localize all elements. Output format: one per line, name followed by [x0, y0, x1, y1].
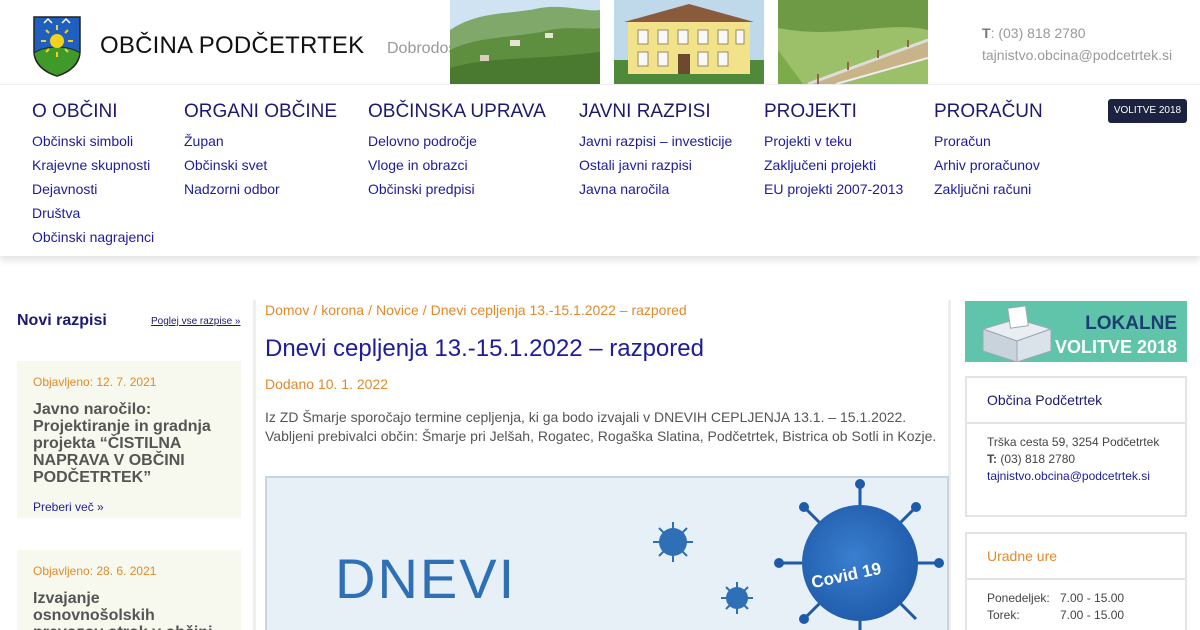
hours-time: 7.00 - 15.00 — [1060, 591, 1125, 605]
hours-day: Torek: — [987, 608, 1020, 622]
read-more-link[interactable]: Preberi več » — [33, 500, 225, 514]
nav-item[interactable]: Župan — [184, 129, 337, 153]
nav-item[interactable]: EU projekti 2007-2013 — [764, 177, 903, 201]
contact-email-link[interactable]: tajnistvo.obcina@podcetrtek.si — [987, 469, 1150, 483]
lokalne-volitve-banner[interactable]: LOKALNE VOLITVE 2018 — [965, 301, 1187, 362]
header-contact: T: (03) 818 2780 tajnistvo.obcina@podcet… — [982, 22, 1172, 66]
article-title: Dnevi cepljenja 13.-15.1.2022 – razpored — [265, 335, 704, 362]
nav-heading-projekti[interactable]: PROJEKTI — [764, 101, 903, 123]
nav-heading-o-obcini[interactable]: O OBČINI — [32, 101, 154, 123]
column-divider — [253, 300, 256, 630]
new-tenders-title: Novi razpisi — [17, 312, 107, 329]
site-header: OBČINA PODČETRTEK Dobrodošli — [0, 0, 1200, 84]
municipality-crest-icon[interactable] — [32, 15, 82, 77]
tender-card: Objavljeno: 12. 7. 2021 Javno naročilo: … — [17, 361, 241, 518]
main-navigation: O OBČINI Občinski simboli Krajevne skupn… — [0, 84, 1200, 256]
contact-box: Občina Podčetrtek Trška cesta 59, 3254 P… — [965, 376, 1187, 517]
breadcrumb-novice[interactable]: Novice — [376, 302, 419, 318]
tender-date: Objavljeno: 12. 7. 2021 — [33, 375, 157, 389]
header-photo-bridge — [778, 0, 928, 84]
hours-row: Ponedeljek: 7.00 - 15.00 — [987, 590, 1185, 607]
tender-title[interactable]: Javno naročilo: Projektiranje in gradnja… — [33, 401, 225, 486]
contact-phone: T: (03) 818 2780 — [987, 452, 1076, 466]
article: Domov / korona / Novice / Dnevi cepljenja 13.-… — [265, 300, 949, 630]
nav-item[interactable]: Občinski simboli — [32, 129, 154, 153]
nav-item[interactable]: Društva — [32, 201, 154, 225]
contact-address: Trška cesta 59, 3254 Podčetrtek — [987, 435, 1160, 449]
nav-column-o-obcini: O OBČINI Občinski simboli Krajevne skupn… — [32, 85, 154, 249]
breadcrumb-korona[interactable]: korona — [321, 302, 364, 318]
nav-item[interactable]: Zaključeni projekti — [764, 153, 903, 177]
nav-item[interactable]: Nadzorni odbor — [184, 177, 337, 201]
volitve-2018-button[interactable]: VOLITVE 2018 — [1108, 99, 1187, 123]
header-email[interactable]: tajnistvo.obcina@podcetrtek.si — [982, 44, 1172, 66]
nav-item[interactable]: Delovno področje — [368, 129, 546, 153]
contact-box-title: Občina Podčetrtek — [967, 378, 1185, 424]
article-hero-image: DNEVI Covid 19 — [265, 476, 949, 630]
breadcrumb: Domov / korona / Novice / Dnevi cepljenja 13.-… — [265, 302, 949, 318]
nav-item[interactable]: Javni razpisi – investicije — [579, 129, 732, 153]
nav-column-projekti: PROJEKTI Projekti v teku Zaključeni proj… — [764, 85, 903, 201]
header-phone: T: (03) 818 2780 — [982, 25, 1086, 41]
article-date: Dodano 10. 1. 2022 — [265, 376, 388, 392]
breadcrumb-separator: / — [422, 302, 427, 318]
hours-row: Torek: 7.00 - 15.00 — [987, 607, 1185, 624]
nav-item[interactable]: Občinski svet — [184, 153, 337, 177]
header-photo-hills — [450, 0, 600, 84]
banner-line1: LOKALNE — [1085, 313, 1177, 334]
breadcrumb-home[interactable]: Domov — [265, 302, 309, 318]
nav-item[interactable]: Proračun — [934, 129, 1043, 153]
nav-item[interactable]: Projekti v teku — [764, 129, 903, 153]
nav-column-obcinska-uprava: OBČINSKA UPRAVA Delovno področje Vloge i… — [368, 85, 546, 201]
see-all-tenders-link[interactable]: Poglej vse razpise » — [151, 316, 241, 327]
header-photo-building — [614, 0, 764, 84]
hero-word: DNEVI — [335, 547, 516, 610]
nav-column-organi-obcine: ORGANI OBČINE Župan Občinski svet Nadzor… — [184, 85, 337, 201]
nav-heading-organi-obcine[interactable]: ORGANI OBČINE — [184, 101, 337, 123]
site-title-link[interactable]: OBČINA PODČETRTEK — [100, 32, 364, 60]
breadcrumb-separator: / — [368, 302, 372, 318]
article-body: Iz ZD Šmarje sporočajo termine cepljenja… — [265, 409, 937, 444]
banner-line2: VOLITVE 2018 — [1055, 337, 1177, 357]
office-hours-title: Uradne ure — [967, 534, 1185, 580]
hours-day: Ponedeljek: — [987, 591, 1050, 605]
nav-item[interactable]: Javna naročila — [579, 177, 732, 201]
nav-item[interactable]: Občinski predpisi — [368, 177, 546, 201]
nav-heading-proracun[interactable]: PRORAČUN — [934, 101, 1043, 123]
nav-column-proracun: PRORAČUN Proračun Arhiv proračunov Zaklj… — [934, 85, 1043, 201]
nav-column-javni-razpisi: JAVNI RAZPISI Javni razpisi – investicij… — [579, 85, 732, 201]
hours-time: 7.00 - 15.00 — [1060, 608, 1125, 622]
tender-title[interactable]: Izvajanje osnovnošolskih prevozov otrok … — [33, 590, 225, 630]
nav-item[interactable]: Dejavnosti — [32, 177, 154, 201]
office-hours-box: Uradne ure Ponedeljek: 7.00 - 15.00 Tore… — [965, 532, 1187, 630]
breadcrumb-separator: / — [313, 302, 318, 318]
nav-item[interactable]: Arhiv proračunov — [934, 153, 1043, 177]
nav-item[interactable]: Ostali javni razpisi — [579, 153, 732, 177]
small-virus-icon — [653, 522, 693, 562]
nav-item[interactable]: Zaključni računi — [934, 177, 1043, 201]
tender-date: Objavljeno: 28. 6. 2021 — [33, 564, 157, 578]
nav-item[interactable]: Krajevne skupnosti — [32, 153, 154, 177]
nav-heading-javni-razpisi[interactable]: JAVNI RAZPISI — [579, 101, 732, 123]
nav-heading-obcinska-uprava[interactable]: OBČINSKA UPRAVA — [368, 101, 546, 123]
welcome-text: Dobrodošli — [387, 40, 450, 57]
tender-card: Objavljeno: 28. 6. 2021 Izvajanje osnovn… — [17, 550, 241, 630]
nav-item[interactable]: Občinski nagrajenci — [32, 225, 154, 249]
nav-item[interactable]: Vloge in obrazci — [368, 153, 546, 177]
breadcrumb-current: Dnevi cepljenja 13.-15.1.2022 – razpored — [430, 302, 687, 318]
